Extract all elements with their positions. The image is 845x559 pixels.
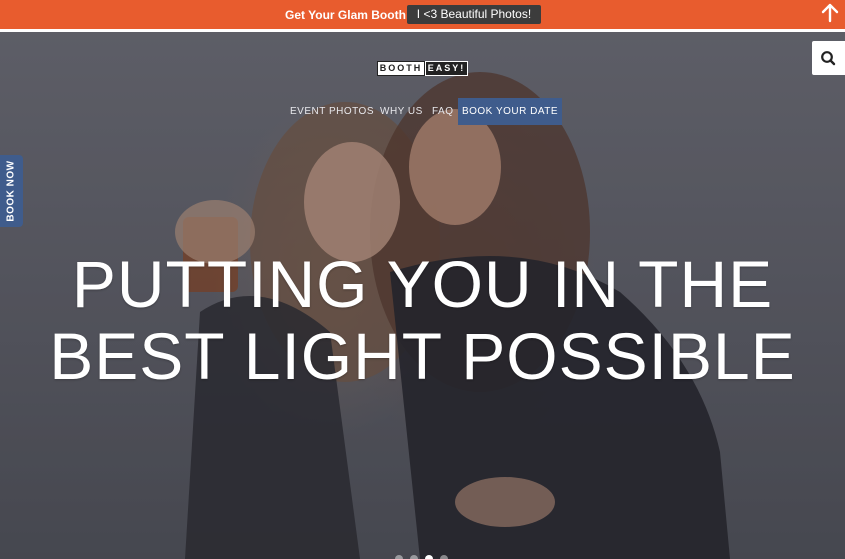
book-your-date-button[interactable]: BOOK YOUR DATE <box>458 98 562 125</box>
beautiful-photos-button[interactable]: I <3 Beautiful Photos! <box>407 5 541 24</box>
brand-logo[interactable]: BOOTH EASY! <box>377 61 468 76</box>
nav-event-photos[interactable]: EVENT PHOTOS <box>290 98 374 125</box>
slide-dot-1[interactable] <box>395 555 403 559</box>
announcement-text: Get Your Glam Booth! <box>285 8 410 22</box>
slide-dot-3[interactable] <box>425 555 433 559</box>
slide-dot-2[interactable] <box>410 555 418 559</box>
search-icon <box>821 51 836 66</box>
hero-section: BOOTH EASY! EVENT PHOTOS WHY US FAQ BOOK… <box>0 32 845 559</box>
hero-headline: PUTTING YOU IN THE BEST LIGHT POSSIBLE <box>0 248 845 392</box>
logo-left-text: BOOTH <box>377 61 425 76</box>
slider-dots <box>395 555 455 559</box>
announcement-bar: Get Your Glam Booth! I <3 Beautiful Phot… <box>0 0 845 32</box>
headline-line-2: BEST LIGHT POSSIBLE <box>49 319 796 393</box>
nav-why-us[interactable]: WHY US <box>380 98 423 125</box>
arrow-up-icon[interactable] <box>821 3 839 23</box>
search-button[interactable] <box>812 41 845 75</box>
logo-right-text: EASY! <box>425 61 468 76</box>
main-navigation: EVENT PHOTOS WHY US FAQ BOOK YOUR DATE <box>0 98 845 125</box>
headline-line-1: PUTTING YOU IN THE <box>71 247 774 321</box>
slide-dot-4[interactable] <box>440 555 448 559</box>
nav-faq[interactable]: FAQ <box>432 98 454 125</box>
book-now-tab[interactable]: BOOK NOW <box>0 155 23 227</box>
book-now-label: BOOK NOW <box>5 160 17 222</box>
